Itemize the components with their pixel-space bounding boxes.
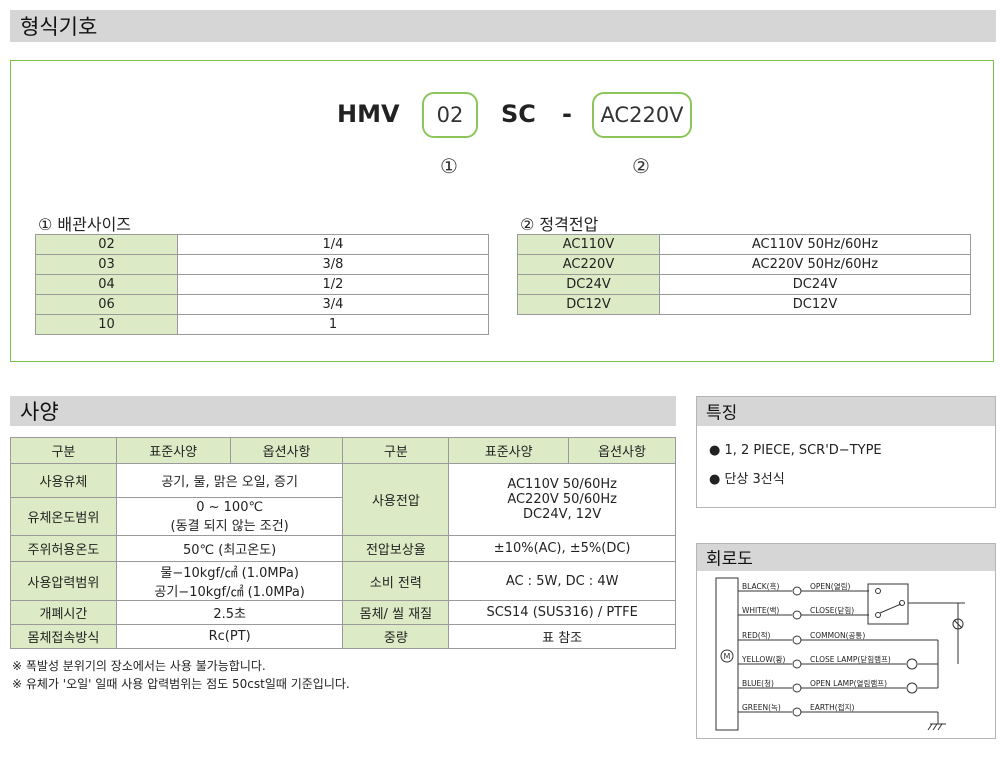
- table-row: 04 1/2: [35, 274, 489, 295]
- wire-func-label: OPEN(열림): [810, 582, 851, 591]
- value-cell: 1/2: [177, 274, 489, 295]
- model-section-title: 형식기호: [20, 15, 98, 39]
- motor-label: M: [724, 652, 731, 661]
- wire-func-label: CLOSE(닫힘): [810, 605, 854, 615]
- temp-range-note: (동결 되지 않는 조건): [170, 518, 289, 534]
- pressure-water: 물−10kgf/㎠ (1.0MPa): [160, 566, 299, 581]
- value-cell: 3/8: [177, 254, 489, 275]
- temp-range: 0 ~ 100℃: [196, 499, 264, 515]
- table-row: DC12V DC12V: [517, 294, 971, 315]
- code-cell: AC220V: [517, 254, 660, 275]
- wire-color-label: YELLOW(황): [741, 654, 786, 664]
- voltage-table: AC110V AC110V 50Hz/60Hz AC220V AC220V 50Hz/…: [517, 234, 971, 315]
- spec-label: 소비 전력: [342, 561, 450, 601]
- feature-item: ● 1, 2 PIECE, SCR'D−TYPE: [709, 443, 882, 458]
- table-row: 02 1/4: [35, 234, 489, 255]
- spec-header: 표준사양: [115, 437, 231, 464]
- code-cell: 10: [35, 314, 178, 335]
- spec-value: 2.5초: [115, 600, 344, 625]
- wire-func-label: OPEN LAMP(열림램프): [810, 678, 887, 688]
- spec-table: 구분 표준사양 옵션사항 구분 표준사양 옵션사항 사용유체 공기, 물, 맑은…: [10, 437, 676, 649]
- spec-value: 50℃ (최고온도): [115, 535, 344, 562]
- spec-label: 중량: [342, 624, 450, 649]
- table-row: 03 3/8: [35, 254, 489, 275]
- value-cell: 1: [177, 314, 489, 335]
- spec-label: 몸체접속방식: [10, 624, 117, 649]
- voltage-code-pill: AC220V: [592, 92, 692, 138]
- voltage-code: AC220V: [600, 103, 684, 127]
- spec-label: 사용유체: [10, 463, 117, 498]
- value-cell: AC110V 50Hz/60Hz: [659, 234, 971, 255]
- code-cell: 02: [35, 234, 178, 255]
- marker-1: ①: [440, 154, 458, 178]
- wire-func-label: COMMON(공통): [810, 631, 865, 640]
- note-2: ※ 유체가 '오일' 일때 사용 압력범위는 점도 50cst일때 기준입니다.: [12, 677, 350, 691]
- spec-label: 유체온도범위: [10, 497, 117, 536]
- table-row: 10 1: [35, 314, 489, 335]
- circuit-diagram: M BLACK(흑) WHITE(백) RED(적) YELLOW(황) BLU…: [715, 577, 965, 731]
- note-1: ※ 폭발성 분위기의 장소에서는 사용 불가능합니다.: [12, 659, 266, 673]
- wire-func-label: EARTH(접지): [810, 703, 854, 712]
- wire-color-label: BLACK(흑): [742, 581, 779, 591]
- value-cell: DC24V: [659, 274, 971, 295]
- spec-value: 표 참조: [448, 624, 676, 649]
- code-cell: 03: [35, 254, 178, 275]
- spec-value: SCS14 (SUS316) / PTFE: [448, 600, 676, 625]
- voltage-line: AC220V 50/60Hz: [507, 492, 617, 507]
- table-row: DC24V DC24V: [517, 274, 971, 295]
- pressure-air: 공기−10kgf/㎠ (1.0MPa): [154, 585, 305, 600]
- table-row: 06 3/4: [35, 294, 489, 315]
- spec-section-header: 사양: [10, 396, 676, 426]
- table-row: AC110V AC110V 50Hz/60Hz: [517, 234, 971, 255]
- spec-label: 개폐시간: [10, 600, 117, 625]
- spec-header: 옵션사항: [568, 437, 676, 464]
- spec-value: Rc(PT): [115, 624, 344, 649]
- code-cell: 04: [35, 274, 178, 295]
- spec-label: 사용압력범위: [10, 561, 117, 601]
- size-code: 02: [436, 103, 464, 127]
- spec-header: 구분: [342, 437, 450, 464]
- spec-label: 전압보상율: [342, 535, 450, 562]
- spec-section-title: 사양: [20, 400, 59, 424]
- table-row: AC220V AC220V 50Hz/60Hz: [517, 254, 971, 275]
- value-cell: DC12V: [659, 294, 971, 315]
- spec-value: AC : 5W, DC : 4W: [448, 561, 676, 601]
- value-cell: 1/4: [177, 234, 489, 255]
- features-box: ● 1, 2 PIECE, SCR'D−TYPE ● 단상 3선식: [696, 396, 996, 508]
- value-cell: 3/4: [177, 294, 489, 315]
- model-mid: SC: [501, 100, 536, 128]
- spec-value: 0 ~ 100℃ (동결 되지 않는 조건): [115, 497, 344, 536]
- model-section-header: 형식기호: [10, 10, 996, 42]
- spec-header: 구분: [10, 437, 117, 464]
- model-dash: -: [562, 100, 572, 128]
- value-cell: AC220V 50Hz/60Hz: [659, 254, 971, 275]
- marker-2: ②: [632, 154, 650, 178]
- spec-label: 주위허용온도: [10, 535, 117, 562]
- spec-label: 사용전압: [342, 463, 450, 536]
- wire-color-label: WHITE(백): [742, 605, 779, 615]
- spec-value: 공기, 물, 맑은 오일, 증기: [115, 463, 344, 498]
- spec-value-voltage: AC110V 50/60Hz AC220V 50/60Hz DC24V, 12V: [448, 463, 676, 536]
- code-cell: AC110V: [517, 234, 660, 255]
- code-cell: 06: [35, 294, 178, 315]
- spec-label: 몸체/ 씰 재질: [342, 600, 450, 625]
- pipe-size-table: 02 1/4 03 3/8 04 1/2 06 3/4 10 1: [35, 234, 489, 335]
- spec-header: 옵션사항: [229, 437, 344, 464]
- voltage-title: ② 정격전압: [520, 215, 599, 234]
- code-cell: DC24V: [517, 274, 660, 295]
- voltage-line: DC24V, 12V: [523, 507, 602, 522]
- wire-color-label: GREEN(녹): [742, 703, 781, 712]
- spec-header: 표준사양: [448, 437, 570, 464]
- wire-color-label: RED(적): [742, 630, 771, 640]
- size-code-pill: 02: [422, 92, 478, 138]
- voltage-line: AC110V 50/60Hz: [507, 477, 617, 492]
- feature-item: ● 단상 3선식: [709, 472, 785, 487]
- wire-color-label: BLUE(청): [742, 679, 774, 688]
- model-prefix: HMV: [337, 100, 400, 128]
- code-cell: DC12V: [517, 294, 660, 315]
- spec-value: ±10%(AC), ±5%(DC): [448, 535, 676, 562]
- pipe-size-title: ① 배관사이즈: [38, 215, 132, 234]
- spec-value: 물−10kgf/㎠ (1.0MPa) 공기−10kgf/㎠ (1.0MPa): [115, 561, 344, 601]
- wire-func-label: CLOSE LAMP(닫힘램프): [810, 654, 891, 664]
